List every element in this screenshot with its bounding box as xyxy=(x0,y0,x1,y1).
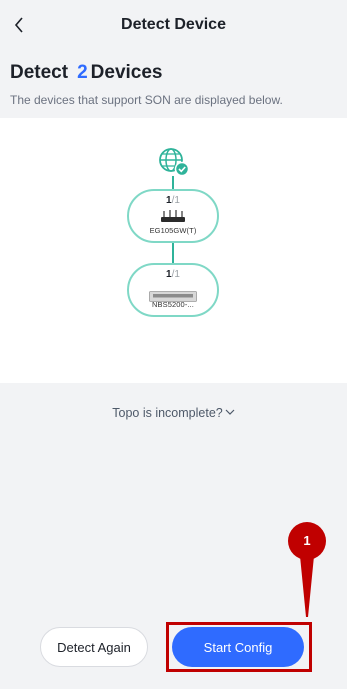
page-title: Detect Device xyxy=(121,16,226,33)
device-node-switch[interactable]: 1/1 NBS5200-... xyxy=(127,263,219,317)
device-name: NBS5200-... xyxy=(152,300,194,309)
internet-globe-icon xyxy=(159,148,190,177)
link-line-gateway-switch xyxy=(172,243,174,263)
callout-number: 1 xyxy=(303,533,311,548)
chevron-down-icon xyxy=(225,409,235,415)
detect-suffix: Devices xyxy=(90,62,163,83)
port-usage: 1/1 xyxy=(166,195,180,206)
port-usage: 1/1 xyxy=(166,269,180,280)
device-count: 2 xyxy=(77,62,88,83)
link-line-internet xyxy=(172,176,174,189)
topo-incomplete-link[interactable]: Topo is incomplete? xyxy=(0,406,347,420)
detect-again-button[interactable]: Detect Again xyxy=(40,627,148,667)
topo-incomplete-label: Topo is incomplete? xyxy=(112,406,223,420)
detect-subtitle: The devices that support SON are display… xyxy=(10,93,283,107)
device-node-gateway[interactable]: 1/1 EG105GW(T) xyxy=(127,189,219,243)
router-icon xyxy=(161,210,185,222)
header-bar: Detect Device xyxy=(0,0,347,52)
highlight-box xyxy=(166,622,312,672)
device-name: EG105GW(T) xyxy=(149,226,197,235)
detect-heading: Detect 2 Devices xyxy=(10,62,163,84)
detect-prefix: Detect xyxy=(10,62,69,83)
